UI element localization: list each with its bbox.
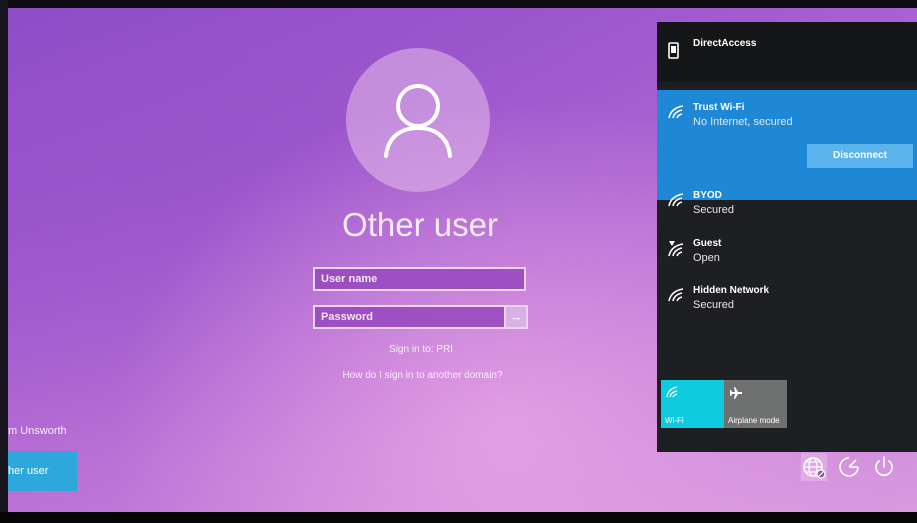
left-bezel (0, 0, 8, 512)
page-title: Other user (342, 206, 498, 243)
quick-action-airplane-mode[interactable]: Airplane mode (724, 380, 787, 428)
network-name: Guest (693, 238, 722, 249)
phone-icon (668, 42, 679, 59)
network-item-directaccess[interactable]: DirectAccess (657, 22, 917, 82)
quick-action-wifi[interactable]: Wi-Fi (661, 380, 724, 428)
top-bezel (0, 0, 917, 8)
network-status: Secured (693, 299, 734, 311)
network-item-guest[interactable]: Guest Open (657, 230, 917, 274)
network-name: Trust Wi-Fi (693, 102, 745, 113)
ease-of-access-icon[interactable] (836, 453, 862, 481)
user-avatar (346, 48, 490, 192)
wifi-secured-icon (668, 193, 684, 207)
network-globe-icon[interactable] (801, 453, 827, 481)
user-list-item-name[interactable]: m Unsworth (8, 425, 67, 437)
network-status: No Internet, secured (693, 116, 793, 128)
wifi-secured-icon (668, 105, 684, 119)
quick-action-label: Airplane mode (728, 416, 780, 425)
network-name: DirectAccess (693, 38, 757, 49)
airplane-icon (730, 387, 742, 399)
lock-screen-background: Other user User name Password → Sign in … (0, 0, 917, 512)
wifi-secured-icon (668, 288, 684, 302)
power-icon[interactable] (871, 453, 897, 481)
network-item-hidden-network[interactable]: Hidden Network Secured (657, 277, 917, 321)
network-status: Open (693, 252, 720, 264)
network-name: Hidden Network (693, 285, 770, 296)
wifi-open-icon (668, 241, 684, 257)
disconnect-button[interactable]: Disconnect (807, 144, 913, 168)
network-name: BYOD (693, 190, 722, 201)
network-status: Secured (693, 204, 734, 216)
password-input[interactable]: Password (313, 305, 506, 329)
other-user-tile[interactable]: her user (8, 451, 77, 491)
wifi-icon (666, 386, 678, 398)
network-item-byod[interactable]: BYOD Secured (657, 182, 917, 226)
user-silhouette-icon (384, 84, 452, 158)
quick-action-label: Wi-Fi (665, 416, 684, 425)
username-input[interactable]: User name (313, 267, 526, 291)
bottom-bezel (0, 512, 917, 523)
submit-arrow-button[interactable]: → (506, 305, 528, 329)
sign-in-domain-text: Sign in to: PRI (389, 344, 453, 355)
other-domain-link[interactable]: How do I sign in to another domain? (300, 370, 545, 381)
